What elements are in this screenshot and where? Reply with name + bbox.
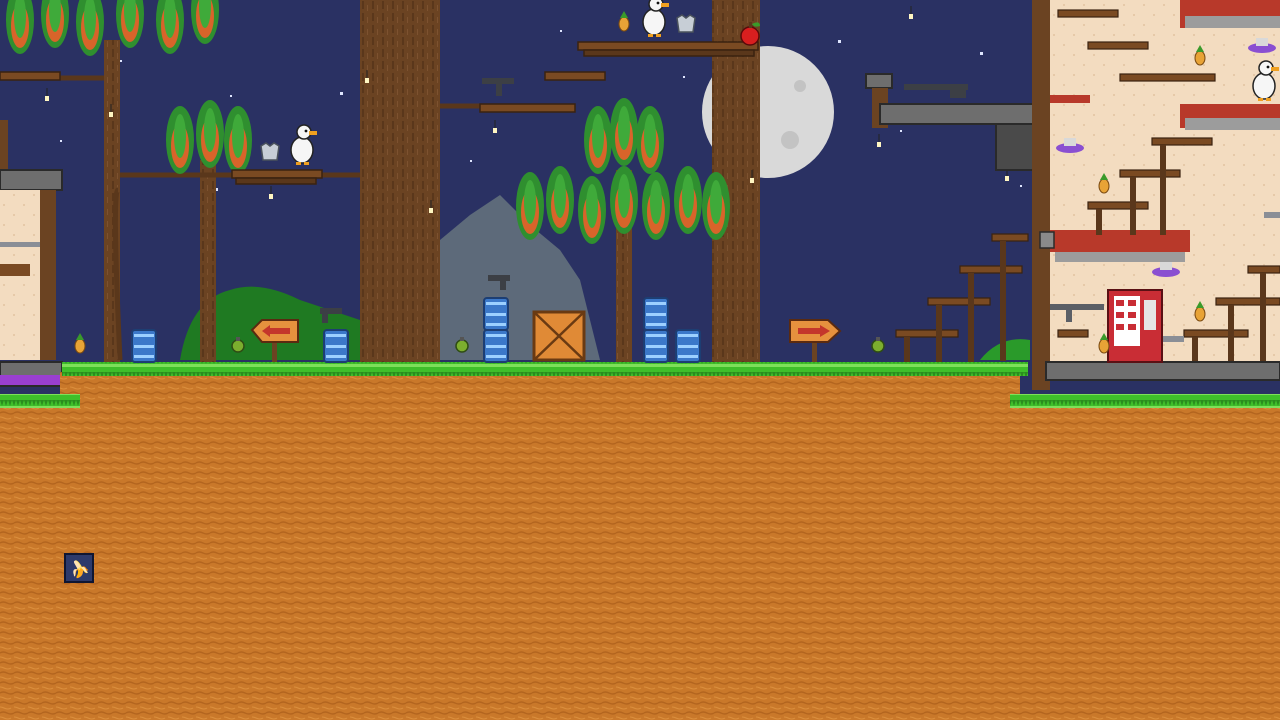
barrel-icon[interactable] bbox=[323, 329, 349, 363]
barrel-icon[interactable] bbox=[483, 297, 509, 363]
banana-icon: 🍌 bbox=[66, 555, 92, 581]
rifle-icon[interactable] bbox=[0, 242, 40, 247]
crate-icon[interactable] bbox=[532, 310, 586, 362]
grass-strip bbox=[0, 394, 80, 408]
grass-strip bbox=[1010, 394, 1280, 408]
barrel-icon[interactable] bbox=[643, 297, 669, 363]
game-scene bbox=[0, 0, 1280, 720]
tree-trunk bbox=[360, 0, 440, 362]
chestplate-icon[interactable] bbox=[676, 14, 696, 33]
chestplate-icon[interactable] bbox=[260, 142, 280, 161]
tree-trunk bbox=[200, 160, 216, 362]
barrel-icon[interactable] bbox=[131, 329, 157, 363]
grass-strip bbox=[62, 362, 1028, 376]
vending-machine-icon[interactable] bbox=[1107, 289, 1163, 363]
smg-icon[interactable] bbox=[1264, 212, 1280, 218]
inventory-slot[interactable]: 🍌 bbox=[64, 553, 94, 583]
palm-canopy bbox=[166, 100, 252, 174]
dirt-ground bbox=[60, 372, 1020, 720]
barrel-icon[interactable] bbox=[675, 329, 701, 363]
